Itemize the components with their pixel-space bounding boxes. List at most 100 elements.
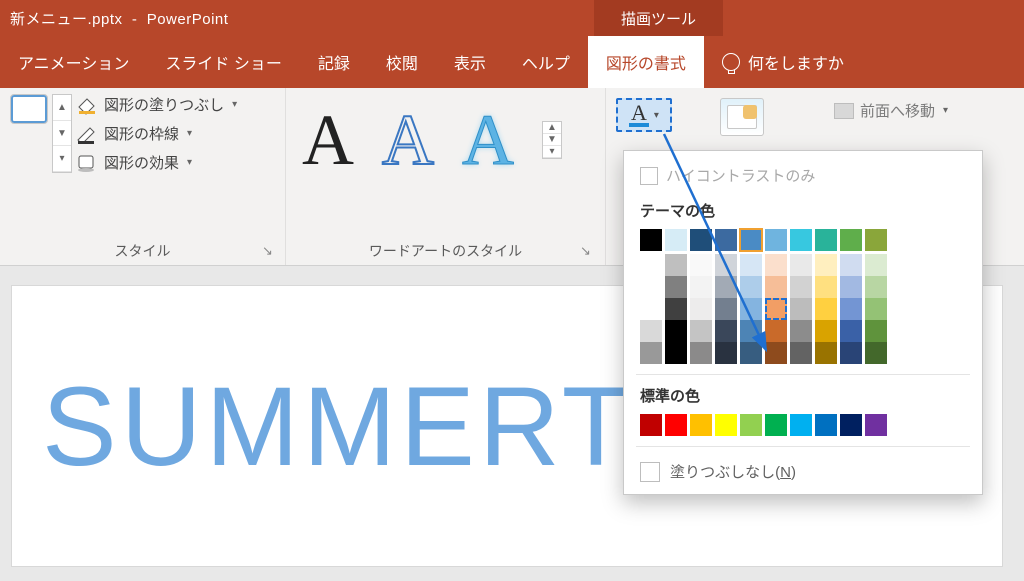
color-swatch[interactable]	[765, 342, 787, 364]
color-swatch[interactable]	[740, 254, 762, 276]
gallery-more-icon[interactable]: ▾	[543, 146, 561, 158]
tab-record[interactable]: 記録	[300, 36, 368, 88]
color-swatch[interactable]	[790, 229, 812, 251]
color-swatch[interactable]	[865, 229, 887, 251]
wordart-gallery-scroll[interactable]: ▲ ▼ ▾	[542, 121, 562, 159]
scroll-down-icon[interactable]: ▼	[53, 121, 71, 147]
color-swatch[interactable]	[690, 342, 712, 364]
color-swatch[interactable]	[665, 298, 687, 320]
color-swatch[interactable]	[790, 320, 812, 342]
color-swatch[interactable]	[815, 229, 837, 251]
color-swatch[interactable]	[815, 414, 837, 436]
no-fill-option[interactable]: 塗りつぶしなし(N)	[640, 457, 966, 486]
color-swatch[interactable]	[690, 414, 712, 436]
shape-effects-button[interactable]: 図形の効果 ▾	[76, 152, 237, 173]
shape-style-thumb[interactable]	[10, 94, 48, 124]
bring-forward-button[interactable]: 前面へ移動 ▾	[834, 100, 948, 121]
color-swatch[interactable]	[815, 298, 837, 320]
color-swatch[interactable]	[640, 276, 662, 298]
color-swatch[interactable]	[840, 414, 862, 436]
color-swatch[interactable]	[640, 229, 662, 251]
tab-view[interactable]: 表示	[436, 36, 504, 88]
color-swatch[interactable]	[765, 276, 787, 298]
dialog-launcher-icon[interactable]: ↘	[262, 243, 273, 259]
color-swatch[interactable]	[690, 320, 712, 342]
color-swatch[interactable]	[665, 414, 687, 436]
color-swatch[interactable]	[840, 298, 862, 320]
color-swatch[interactable]	[765, 229, 787, 251]
color-swatch[interactable]	[865, 298, 887, 320]
color-swatch[interactable]	[640, 254, 662, 276]
scroll-up-icon[interactable]: ▲	[53, 95, 71, 121]
color-swatch[interactable]	[665, 342, 687, 364]
color-swatch[interactable]	[790, 254, 812, 276]
high-contrast-only-checkbox[interactable]: ハイコントラストのみ	[640, 165, 966, 186]
alt-text-button[interactable]	[720, 98, 764, 136]
shape-fill-button[interactable]: 図形の塗りつぶし ▾	[76, 94, 237, 115]
tell-me-search[interactable]: 何をしますか	[722, 50, 844, 74]
color-swatch[interactable]	[740, 414, 762, 436]
color-swatch[interactable]	[790, 342, 812, 364]
color-swatch[interactable]	[740, 342, 762, 364]
color-swatch[interactable]	[690, 254, 712, 276]
scroll-up-icon[interactable]: ▲	[543, 122, 561, 134]
color-swatch[interactable]	[865, 276, 887, 298]
color-swatch[interactable]	[715, 342, 737, 364]
color-swatch[interactable]	[865, 414, 887, 436]
color-swatch[interactable]	[840, 342, 862, 364]
color-swatch[interactable]	[740, 320, 762, 342]
color-swatch[interactable]	[840, 320, 862, 342]
color-swatch[interactable]	[690, 276, 712, 298]
tab-help[interactable]: ヘルプ	[504, 36, 588, 88]
color-swatch[interactable]	[865, 320, 887, 342]
color-swatch[interactable]	[815, 342, 837, 364]
gallery-more-icon[interactable]: ▾	[53, 146, 71, 172]
color-swatch[interactable]	[815, 276, 837, 298]
color-swatch[interactable]	[815, 254, 837, 276]
color-swatch[interactable]	[765, 320, 787, 342]
color-swatch[interactable]	[715, 254, 737, 276]
color-swatch[interactable]	[790, 414, 812, 436]
color-swatch[interactable]	[765, 298, 787, 320]
wordart-style-thumb[interactable]: A	[302, 104, 354, 176]
color-swatch[interactable]	[740, 298, 762, 320]
tab-shape-format[interactable]: 図形の書式	[588, 36, 704, 88]
color-swatch[interactable]	[665, 320, 687, 342]
color-swatch[interactable]	[765, 254, 787, 276]
shape-outline-button[interactable]: 図形の枠線 ▾	[76, 123, 237, 144]
color-swatch[interactable]	[865, 342, 887, 364]
color-swatch[interactable]	[865, 254, 887, 276]
color-swatch[interactable]	[665, 254, 687, 276]
dialog-launcher-icon[interactable]: ↘	[580, 243, 591, 259]
color-swatch[interactable]	[640, 298, 662, 320]
color-swatch[interactable]	[715, 276, 737, 298]
text-fill-button[interactable]: A ▾	[616, 98, 672, 132]
tab-slideshow[interactable]: スライド ショー	[147, 36, 299, 88]
color-swatch[interactable]	[690, 298, 712, 320]
color-swatch[interactable]	[765, 414, 787, 436]
color-swatch[interactable]	[715, 414, 737, 436]
color-swatch[interactable]	[665, 276, 687, 298]
color-swatch[interactable]	[815, 320, 837, 342]
tab-animation[interactable]: アニメーション	[0, 36, 147, 88]
color-swatch[interactable]	[840, 276, 862, 298]
color-swatch[interactable]	[690, 229, 712, 251]
color-swatch[interactable]	[640, 342, 662, 364]
color-swatch[interactable]	[840, 254, 862, 276]
color-swatch[interactable]	[665, 229, 687, 251]
color-swatch[interactable]	[715, 320, 737, 342]
color-swatch[interactable]	[715, 229, 737, 251]
wordart-style-thumb[interactable]: A	[462, 104, 514, 176]
color-swatch[interactable]	[840, 229, 862, 251]
tab-review[interactable]: 校閲	[368, 36, 436, 88]
color-swatch[interactable]	[640, 414, 662, 436]
color-swatch[interactable]	[790, 298, 812, 320]
color-swatch[interactable]	[715, 298, 737, 320]
color-swatch[interactable]	[740, 229, 762, 251]
color-swatch[interactable]	[640, 320, 662, 342]
wordart-style-thumb[interactable]: A	[382, 104, 434, 176]
color-swatch[interactable]	[740, 276, 762, 298]
scroll-down-icon[interactable]: ▼	[543, 134, 561, 146]
shape-style-gallery-scroll[interactable]: ▲ ▼ ▾	[52, 94, 72, 173]
color-swatch[interactable]	[790, 276, 812, 298]
